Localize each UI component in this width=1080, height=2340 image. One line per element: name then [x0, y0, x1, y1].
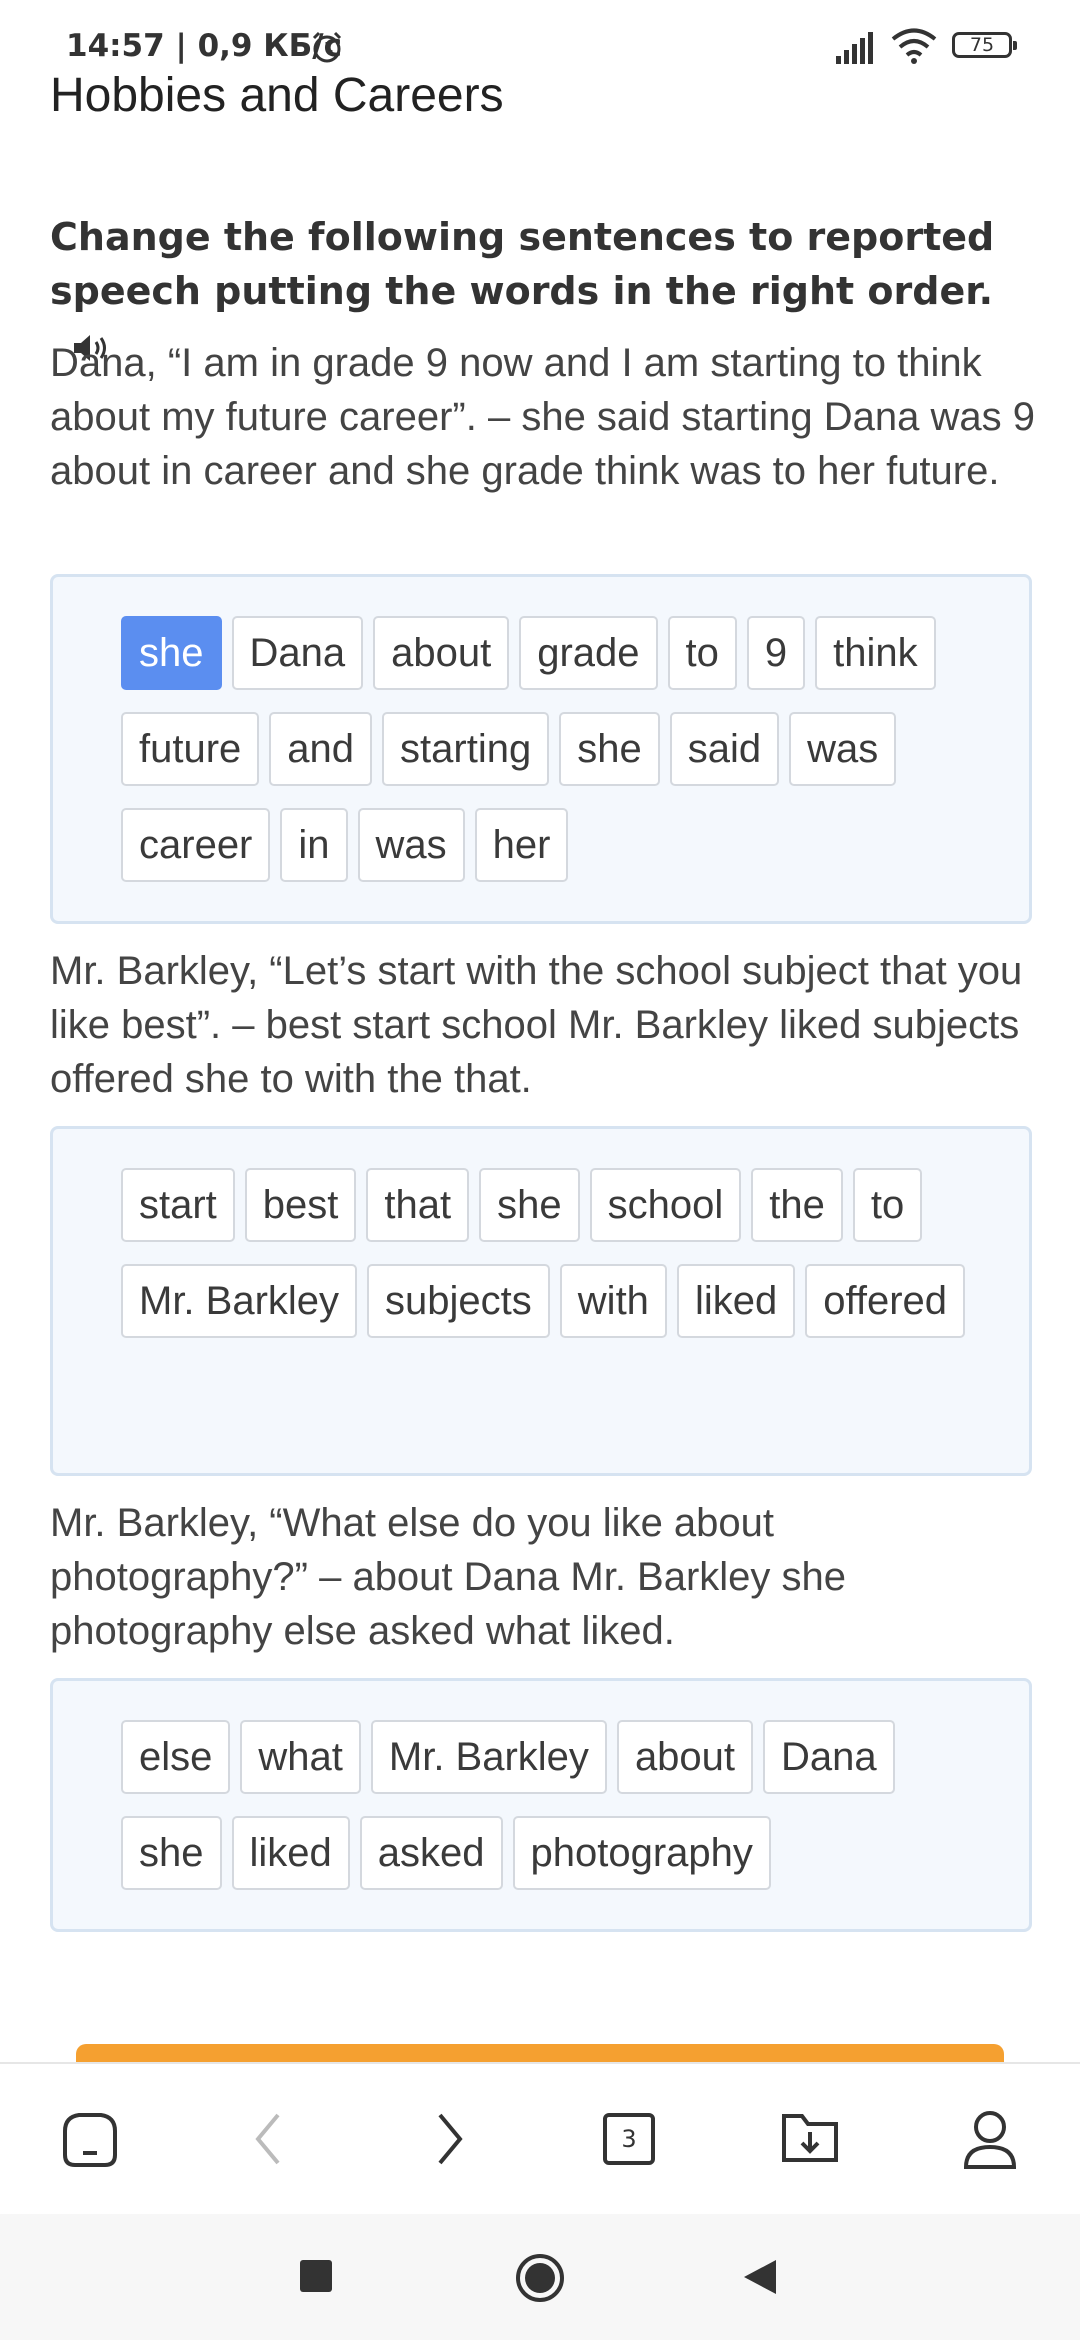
home-icon [63, 2113, 117, 2167]
status-time: 14:57 | 0,9 КБ/с [66, 28, 342, 64]
exercise-1-prompt: Dana, “I am in grade 9 now and I am star… [50, 341, 1035, 493]
word-chip[interactable]: future [121, 712, 260, 786]
alarm-icon [312, 31, 342, 63]
word-chip[interactable]: Dana [231, 616, 364, 690]
profile-button[interactable] [955, 2104, 1025, 2174]
recents-icon[interactable] [300, 2260, 332, 2292]
back-button[interactable] [233, 2104, 303, 2174]
word-chip[interactable]: she [121, 1816, 222, 1890]
word-chip[interactable]: career [121, 808, 271, 882]
word-chip[interactable]: Mr. Barkley [121, 1264, 358, 1338]
exercise-2-prompt: Mr. Barkley, “Let’s start with the schoo… [50, 949, 1023, 1101]
word-chip[interactable]: liked [231, 1816, 350, 1890]
word-chip[interactable]: else [121, 1720, 231, 1794]
word-chip[interactable]: said [669, 712, 780, 786]
word-chip[interactable]: grade [519, 616, 658, 690]
word-chip[interactable]: liked [676, 1264, 796, 1338]
exercise-2-word-bank: start best that she school the to Mr. Barkley su… [50, 1126, 1032, 1476]
word-chip[interactable]: was [357, 808, 465, 882]
back-icon [255, 2113, 280, 2165]
forward-button[interactable] [415, 2104, 485, 2174]
home-button[interactable] [55, 2104, 125, 2174]
word-chip[interactable]: Dana [763, 1720, 895, 1794]
word-chip[interactable]: think [815, 616, 936, 690]
tabs-button[interactable]: 3 [594, 2104, 664, 2174]
word-chip[interactable]: that [366, 1168, 470, 1242]
word-chip[interactable]: in [280, 808, 348, 882]
back-triangle-icon[interactable] [742, 2258, 778, 2296]
exercise-3-word-bank: else what Mr. Barkley about Dana she liked aske… [50, 1678, 1032, 1932]
exercise-3-prompt: Mr. Barkley, “What else do you like abou… [50, 1501, 847, 1653]
instruction-label: Change the following sentences to report… [50, 215, 995, 313]
exercise-1-chips: she Dana about grade to 9 think future and starti… [121, 616, 1001, 882]
browser-bottom-nav: 3 [0, 2062, 1080, 2216]
word-chip[interactable]: she [121, 616, 222, 690]
downloads-icon [782, 2114, 838, 2162]
wifi-icon [891, 28, 937, 64]
forward-icon [438, 2113, 463, 2165]
word-chip[interactable]: asked [359, 1816, 503, 1890]
exercise-1-word-bank: she Dana about grade to 9 think future and starti… [50, 574, 1032, 924]
word-chip[interactable]: subjects [367, 1264, 550, 1338]
word-chip[interactable]: to [852, 1168, 923, 1242]
battery-icon: 75 [952, 32, 1017, 58]
word-chip[interactable]: and [269, 712, 373, 786]
exercise-3-chips: else what Mr. Barkley about Dana she liked aske… [121, 1720, 1001, 1890]
status-bar: 14:57 | 0,9 КБ/с 75 [0, 0, 1080, 70]
word-chip[interactable]: about [616, 1720, 754, 1794]
word-chip[interactable]: Mr. Barkley [370, 1720, 607, 1794]
word-chip[interactable]: the [751, 1168, 843, 1242]
word-chip[interactable]: what [240, 1720, 361, 1794]
home-circle-icon[interactable] [514, 2252, 566, 2304]
exercise-2-chips: start best that she school the to Mr. Barkley su… [121, 1168, 1001, 1338]
word-chip[interactable]: her [474, 808, 569, 882]
profile-icon [963, 2111, 1017, 2169]
word-chip[interactable]: school [589, 1168, 742, 1242]
word-chip[interactable]: start [121, 1168, 235, 1242]
word-chip[interactable]: best [244, 1168, 357, 1242]
word-chip[interactable]: with [559, 1264, 667, 1338]
word-chip[interactable]: to [667, 616, 737, 690]
word-chip[interactable]: she [559, 712, 660, 786]
system-nav-bar [0, 2214, 1080, 2340]
word-chip[interactable]: photography [512, 1816, 771, 1890]
tabs-icon: 3 [603, 2113, 655, 2165]
word-chip[interactable]: 9 [746, 616, 806, 690]
word-chip[interactable]: about [373, 616, 510, 690]
downloads-button[interactable] [775, 2104, 845, 2174]
word-chip[interactable]: she [479, 1168, 580, 1242]
word-chip[interactable]: offered [805, 1264, 966, 1338]
word-chip[interactable]: was [789, 712, 897, 786]
page-title: Hobbies and Careers [50, 69, 504, 122]
word-chip[interactable]: starting [382, 712, 550, 786]
signal-icon [836, 32, 873, 64]
